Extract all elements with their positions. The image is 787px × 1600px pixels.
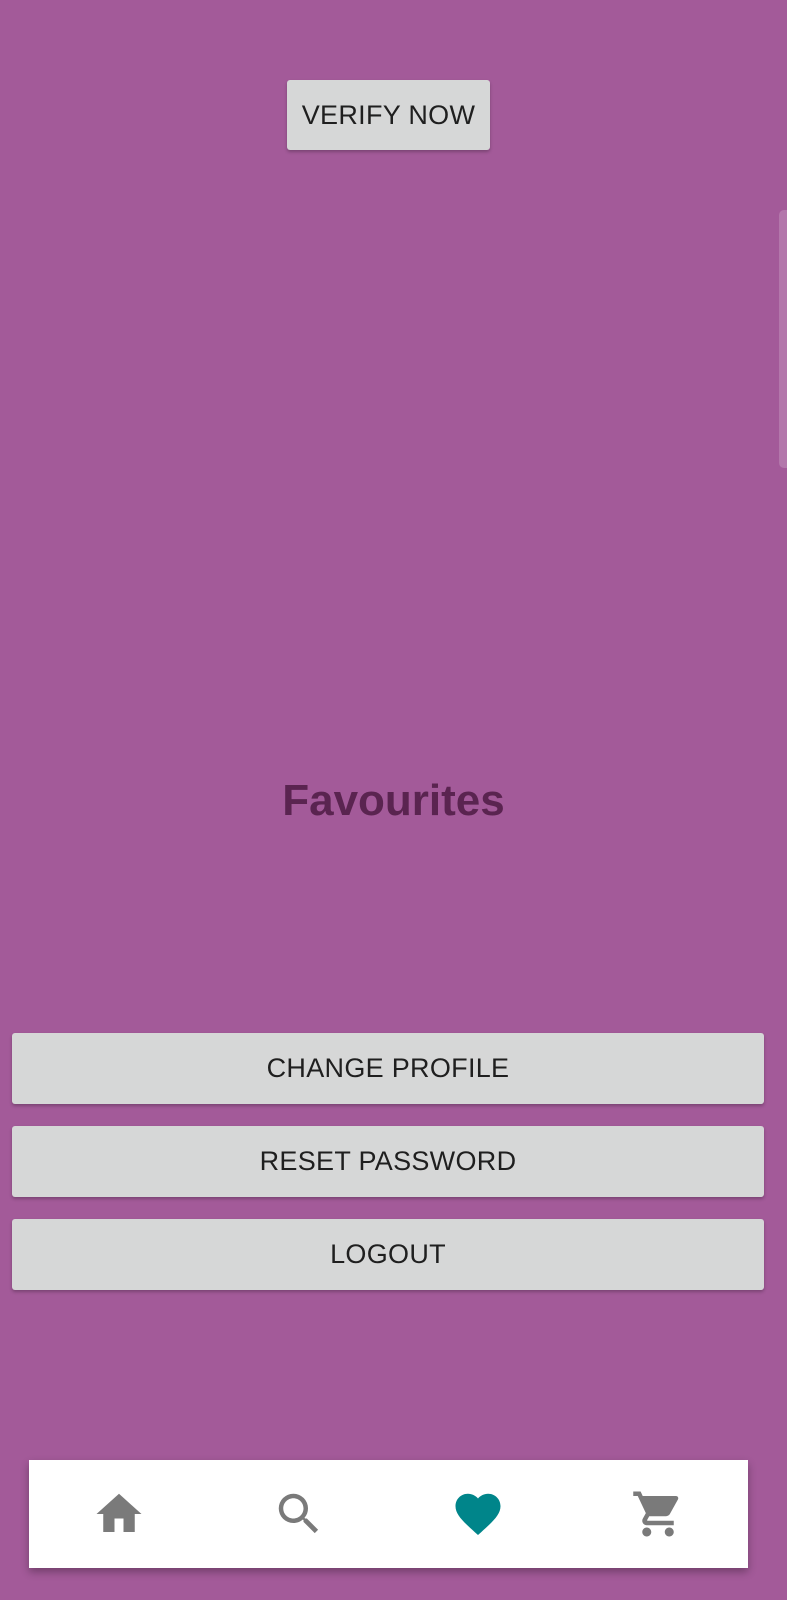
change-profile-button[interactable]: CHANGE PROFILE — [12, 1033, 764, 1104]
bottom-navigation — [29, 1460, 748, 1568]
cart-icon — [633, 1491, 679, 1537]
home-icon — [96, 1493, 142, 1532]
heart-icon — [455, 1493, 501, 1536]
page-title: Favourites — [282, 776, 505, 825]
scrollbar-thumb[interactable] — [779, 210, 787, 468]
nav-cart[interactable] — [568, 1460, 748, 1568]
verify-now-button[interactable]: VERIFY NOW — [287, 80, 490, 150]
nav-favourites[interactable] — [389, 1460, 569, 1568]
nav-home[interactable] — [29, 1460, 209, 1568]
nav-search[interactable] — [209, 1460, 389, 1568]
logout-button[interactable]: LOGOUT — [12, 1219, 764, 1290]
search-icon — [278, 1493, 318, 1534]
reset-password-button[interactable]: RESET PASSWORD — [12, 1126, 764, 1197]
